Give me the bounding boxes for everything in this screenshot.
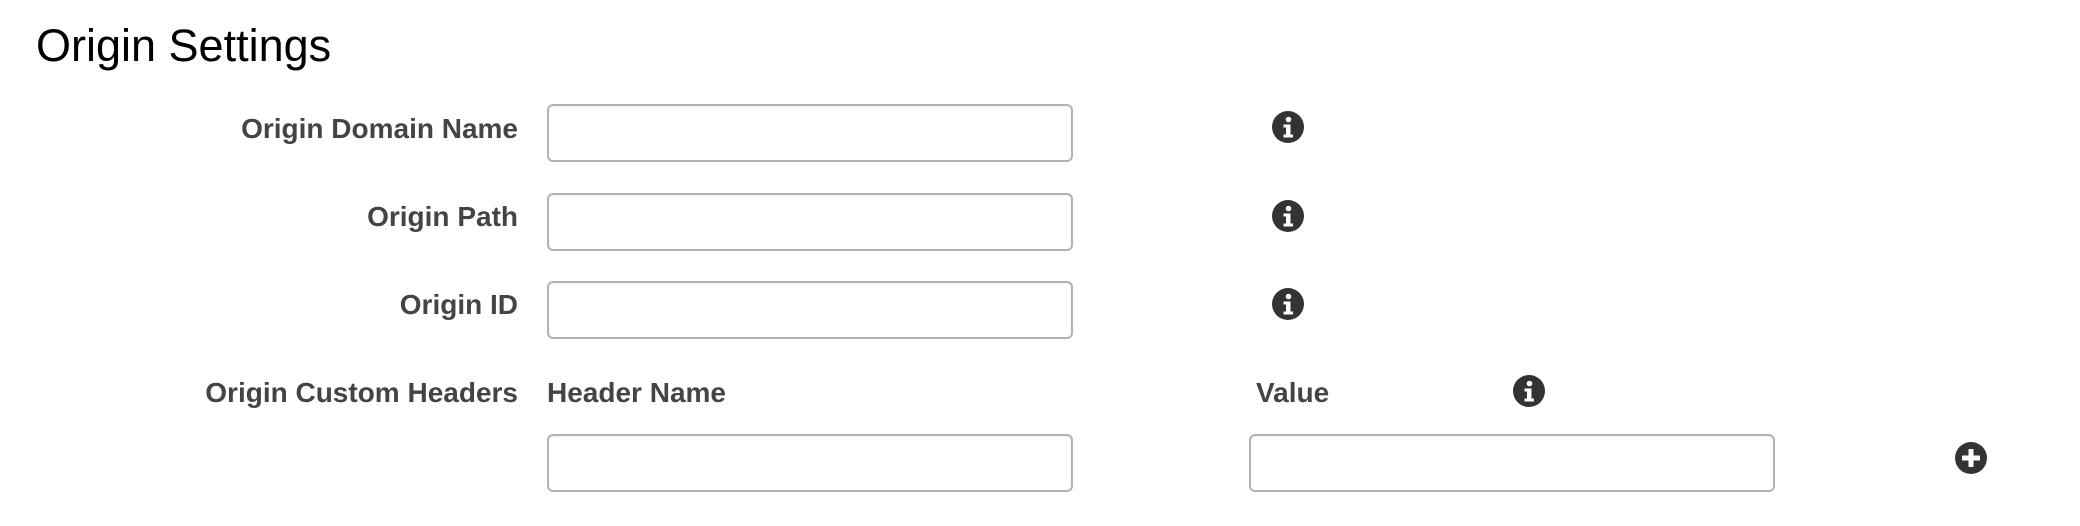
origin-domain-name-label: Origin Domain Name xyxy=(241,113,518,144)
origin-path-label: Origin Path xyxy=(367,201,518,232)
origin-domain-name-input[interactable] xyxy=(547,104,1073,162)
page-title: Origin Settings xyxy=(36,20,332,71)
info-icon[interactable] xyxy=(1271,287,1305,321)
info-icon[interactable] xyxy=(1512,374,1546,408)
plus-circle-icon[interactable] xyxy=(1954,441,1988,475)
header-name-input[interactable] xyxy=(547,434,1073,492)
info-icon[interactable] xyxy=(1271,110,1305,144)
origin-id-input[interactable] xyxy=(547,281,1073,339)
header-name-column-label: Header Name xyxy=(547,377,726,408)
origin-custom-headers-label: Origin Custom Headers xyxy=(205,377,518,408)
header-value-input[interactable] xyxy=(1249,434,1775,492)
value-column-label: Value xyxy=(1256,377,1330,408)
info-icon[interactable] xyxy=(1271,199,1305,233)
origin-path-input[interactable] xyxy=(547,193,1073,251)
origin-id-label: Origin ID xyxy=(399,289,518,320)
